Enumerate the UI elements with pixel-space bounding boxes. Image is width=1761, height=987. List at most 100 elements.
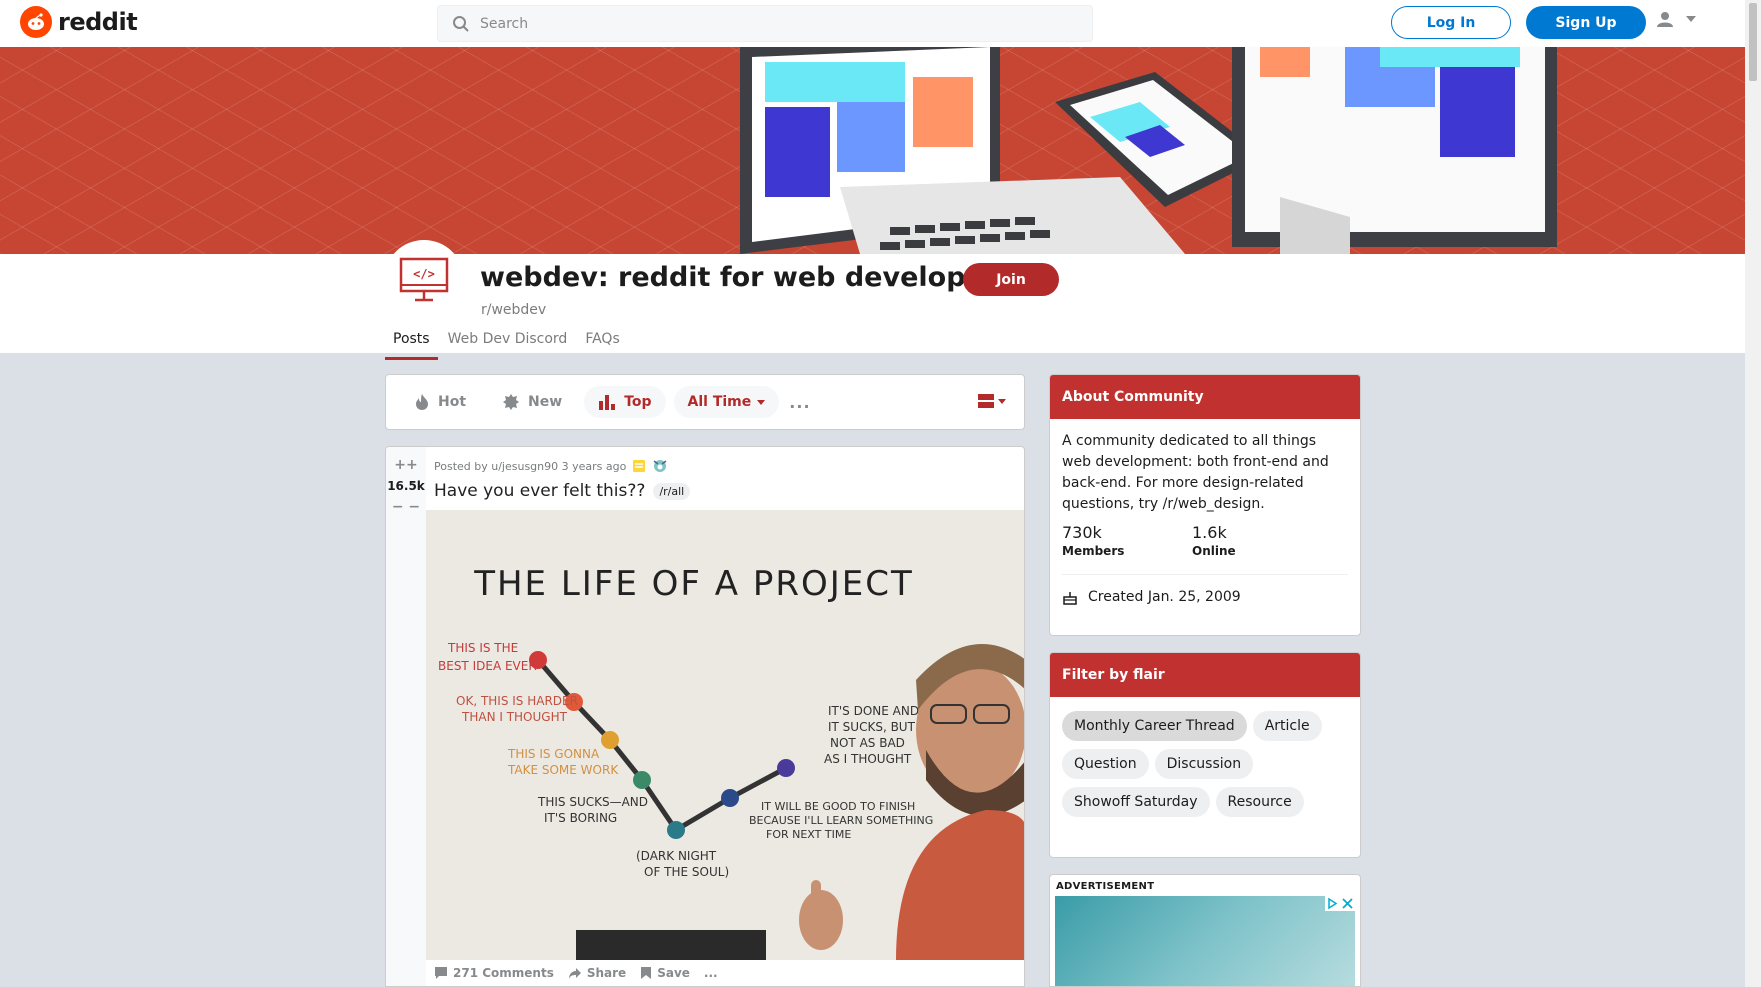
post-flair[interactable]: /r/all — [653, 482, 691, 500]
search-bar[interactable] — [437, 5, 1093, 42]
community-stats: 730k Members 1.6k Online — [1050, 515, 1360, 558]
login-button[interactable]: Log In — [1391, 6, 1511, 39]
post-title-row[interactable]: Have you ever felt this?? /r/all — [434, 481, 691, 501]
flair-monthly-career-thread[interactable]: Monthly Career Thread — [1062, 711, 1247, 741]
sort-new-label: New — [528, 394, 563, 410]
tab-web-dev-discord[interactable]: Web Dev Discord — [440, 331, 576, 360]
sort-hot-label: Hot — [438, 394, 467, 410]
svg-text:TAKE SOME WORK: TAKE SOME WORK — [507, 763, 619, 777]
svg-text:NOT AS BAD: NOT AS BAD — [830, 736, 905, 750]
flame-icon — [416, 394, 428, 410]
search-icon — [453, 15, 469, 32]
post-more-button[interactable]: ... — [704, 966, 718, 980]
post-card[interactable]: ++ 16.5k − − Posted by u/jesusgn90 3 yea… — [385, 446, 1025, 987]
award-helpful-icon — [653, 460, 667, 472]
logo-text: reddit — [58, 8, 138, 36]
code-monitor-icon: </> — [399, 257, 449, 302]
created-date: Created Jan. 25, 2009 — [1088, 589, 1241, 605]
svg-text:IT'S DONE AND: IT'S DONE AND — [828, 704, 919, 718]
user-icon — [1657, 12, 1673, 27]
caret-down-icon — [757, 399, 766, 405]
svg-text:BECAUSE I'LL LEARN SOMETHING: BECAUSE I'LL LEARN SOMETHING — [749, 814, 933, 827]
cake-icon — [1063, 592, 1077, 605]
join-button[interactable]: Join — [963, 263, 1059, 296]
card-view-icon — [978, 394, 994, 408]
flair-resource[interactable]: Resource — [1215, 787, 1304, 817]
comment-icon — [435, 967, 447, 979]
members-label: Members — [1062, 544, 1125, 558]
bookmark-icon — [641, 967, 652, 979]
online-label: Online — [1192, 544, 1236, 558]
post-title[interactable]: Have you ever felt this?? — [434, 481, 645, 501]
flair-discussion[interactable]: Discussion — [1154, 749, 1254, 779]
tab-posts[interactable]: Posts — [385, 331, 438, 360]
sort-top-label: Top — [624, 394, 652, 410]
upvote-icon[interactable]: ++ — [394, 457, 417, 473]
share-button[interactable]: Share — [568, 966, 626, 980]
advertisement-label: ADVERTISEMENT — [1056, 881, 1155, 892]
reddit-snoo-icon — [20, 6, 52, 38]
svg-text:THIS IS THE: THIS IS THE — [447, 641, 518, 655]
sort-hot-button[interactable]: Hot — [400, 386, 480, 418]
svg-text:IT WILL BE GOOD TO FINISH: IT WILL BE GOOD TO FINISH — [761, 800, 915, 813]
flair-article[interactable]: Article — [1252, 711, 1322, 741]
caret-down-icon — [998, 398, 1006, 404]
sort-top-button[interactable]: Top — [584, 386, 666, 418]
reddit-logo[interactable]: reddit — [20, 6, 138, 38]
save-label: Save — [657, 966, 690, 980]
svg-text:OF THE SOUL): OF THE SOUL) — [644, 865, 729, 879]
flair-question[interactable]: Question — [1062, 749, 1149, 779]
flair-list: Monthly Career Thread Article Question D… — [1050, 697, 1360, 827]
view-mode-toggle[interactable] — [978, 393, 1006, 409]
signup-button[interactable]: Sign Up — [1526, 6, 1646, 39]
svg-text:OK, THIS IS HARDER: OK, THIS IS HARDER — [456, 694, 578, 708]
vote-column: ++ 16.5k − − — [386, 447, 426, 986]
members-stat: 730k Members — [1062, 523, 1192, 558]
adchoices-icon[interactable] — [1325, 896, 1355, 911]
sort-more-button[interactable]: ... — [789, 393, 810, 412]
search-input[interactable] — [480, 15, 1060, 32]
subreddit-tabs: Posts Web Dev Discord FAQs — [385, 331, 630, 360]
about-community-card: About Community A community dedicated to… — [1049, 374, 1361, 636]
svg-text:IT SUCKS, BUT: IT SUCKS, BUT — [828, 720, 916, 734]
subreddit-banner — [0, 47, 1745, 254]
share-label: Share — [586, 966, 627, 980]
whiteboard-heading: THE LIFE OF A PROJECT — [473, 564, 914, 604]
subreddit-title: webdev: reddit for web developers — [480, 262, 1014, 293]
post-author-time[interactable]: Posted by u/jesusgn90 3 years ago — [434, 460, 626, 473]
comments-count: 271 Comments — [453, 966, 554, 980]
page-scrollbar[interactable] — [1745, 0, 1761, 987]
chevron-down-icon — [1686, 16, 1696, 22]
community-description: A community dedicated to all things web … — [1062, 433, 1329, 512]
time-filter-label: All Time — [687, 394, 752, 410]
share-icon — [568, 968, 581, 979]
scrollbar-thumb[interactable] — [1749, 3, 1757, 81]
comments-button[interactable]: 271 Comments — [434, 966, 554, 980]
subreddit-icon: </> — [384, 240, 464, 320]
tab-faqs[interactable]: FAQs — [577, 331, 627, 360]
time-filter-dropdown[interactable]: All Time — [673, 386, 780, 418]
svg-text:</>: </> — [413, 267, 435, 281]
about-community-header: About Community — [1050, 375, 1360, 419]
flair-showoff-saturday[interactable]: Showoff Saturday — [1062, 787, 1210, 817]
user-menu[interactable] — [1656, 10, 1696, 28]
post-actions: 271 Comments Share Save ... — [434, 966, 718, 980]
bar-chart-icon — [599, 395, 616, 410]
sort-bar: Hot New Top All Time ... — [385, 374, 1025, 430]
award-gold-icon — [633, 460, 646, 472]
downvote-icon[interactable]: − − — [392, 499, 420, 515]
online-count: 1.6k — [1192, 523, 1227, 542]
svg-text:THIS SUCKS—AND: THIS SUCKS—AND — [537, 795, 648, 809]
subreddit-name: r/webdev — [481, 302, 547, 318]
advertisement-banner[interactable] — [1055, 896, 1355, 986]
save-button[interactable]: Save — [640, 966, 690, 980]
members-count: 730k — [1062, 523, 1102, 542]
sort-new-button[interactable]: New — [488, 386, 576, 418]
svg-text:IT'S BORING: IT'S BORING — [544, 811, 617, 825]
svg-text:AS I THOUGHT: AS I THOUGHT — [824, 752, 912, 766]
filter-by-flair-card: Filter by flair Monthly Career Thread Ar… — [1049, 652, 1361, 858]
post-meta: Posted by u/jesusgn90 3 years ago — [434, 458, 668, 474]
svg-text:THAN I THOUGHT: THAN I THOUGHT — [461, 710, 568, 724]
post-image[interactable]: THE LIFE OF A PROJECT THIS IS THE BEST I… — [426, 510, 1024, 960]
created-date-row: Created Jan. 25, 2009 — [1050, 575, 1360, 621]
